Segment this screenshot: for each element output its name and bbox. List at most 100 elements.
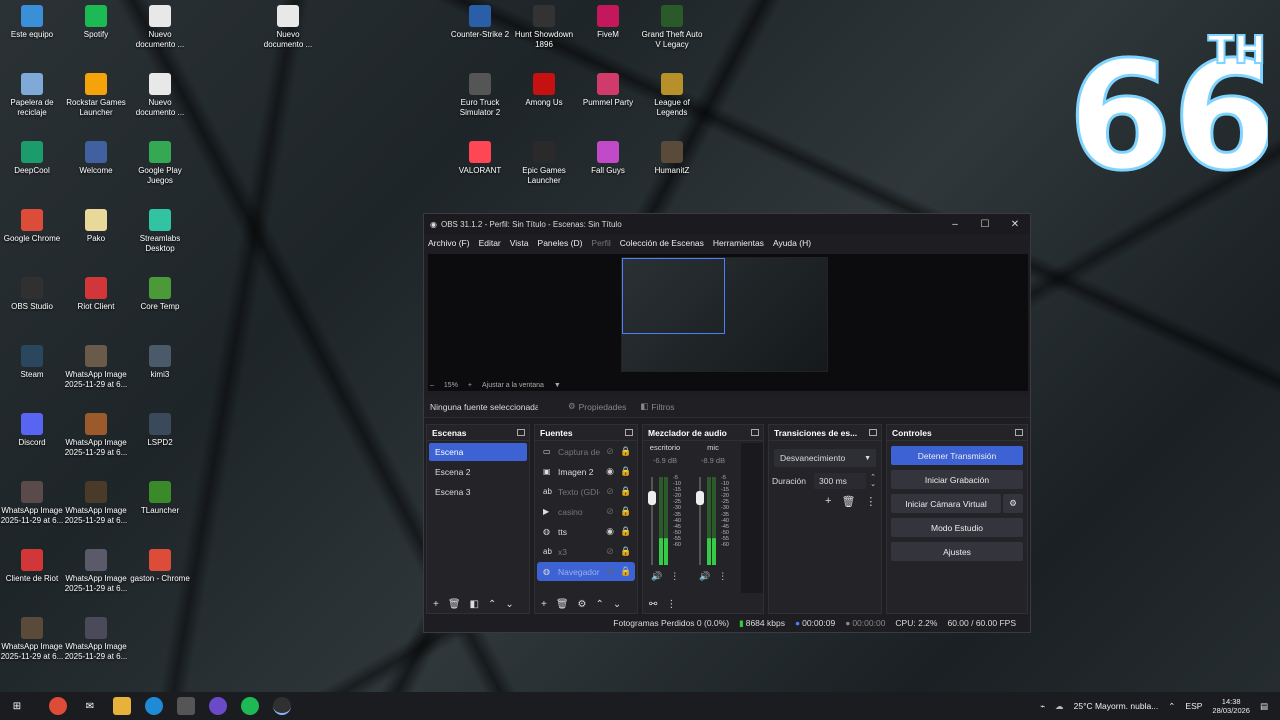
more-icon[interactable]: ⋮ (865, 495, 876, 508)
popout-icon[interactable] (751, 429, 759, 436)
chevron-up-icon[interactable]: ⌃ (1168, 701, 1175, 712)
volume-slider[interactable] (648, 477, 656, 565)
lock-icon[interactable]: 🔒 (620, 446, 632, 457)
fit-label[interactable]: Ajustar a la ventana (482, 382, 544, 389)
menu-item[interactable]: Herramientas (713, 238, 764, 248)
mixer-scrollbar[interactable] (741, 443, 763, 593)
menu-item[interactable]: Editar (479, 238, 501, 248)
mail-icon[interactable]: ✉ (81, 697, 99, 715)
desktop-icon[interactable]: OBS Studio (0, 277, 64, 312)
menu-item[interactable]: Vista (510, 238, 529, 248)
desktop-icon[interactable]: Steam (0, 345, 64, 380)
source-item[interactable]: ▶ casino ⊘ 🔒 (537, 502, 635, 521)
add-icon[interactable]: + (825, 495, 831, 508)
desktop-icon[interactable]: Nuevo documento ... (128, 73, 192, 118)
virtual-camera-button[interactable]: Iniciar Cámara Virtual (891, 494, 1001, 513)
desktop-icon[interactable]: Discord (0, 413, 64, 448)
add-icon[interactable]: + (433, 599, 439, 610)
desktop-icon[interactable]: Riot Client (64, 277, 128, 312)
lock-icon[interactable]: 🔒 (620, 526, 632, 537)
desktop-icon[interactable]: Rockstar Games Launcher (64, 73, 128, 118)
desktop-icon[interactable]: Nuevo documento ... (128, 5, 192, 50)
chevron-up-icon[interactable]: ⌃ (488, 599, 496, 610)
eye-icon[interactable]: ◉ (604, 526, 616, 537)
desktop-icon[interactable]: HumanitZ (640, 141, 704, 176)
scene-item[interactable]: Escena (429, 443, 527, 461)
menu-item[interactable]: Archivo (F) (428, 238, 470, 248)
eye-off-icon[interactable]: ⊘ (604, 546, 616, 557)
desktop-icon[interactable]: Este equipo (0, 5, 64, 40)
properties-button[interactable]: ⚙ Propiedades (568, 401, 626, 412)
eye-icon[interactable]: ◉ (604, 466, 616, 477)
chevron-down-icon[interactable]: ⌄ (505, 599, 513, 610)
add-icon[interactable]: + (541, 599, 547, 610)
desktop-icon[interactable]: VALORANT (448, 141, 512, 176)
weather-text[interactable]: 25°C Mayorm. nubla... (1074, 701, 1159, 711)
desktop-icon[interactable]: Cliente de Riot (0, 549, 64, 584)
desktop-icon[interactable]: FiveM (576, 5, 640, 40)
transition-select[interactable]: Desvanecimiento ▼ (774, 449, 876, 467)
chevron-down-icon[interactable]: ⌄ (613, 599, 621, 610)
desktop-icon[interactable]: TLauncher (128, 481, 192, 516)
package-icon[interactable] (177, 697, 195, 715)
slider-knob[interactable] (648, 491, 656, 505)
notification-icon[interactable]: ▤ (1260, 701, 1268, 712)
lock-icon[interactable]: 🔒 (620, 506, 632, 517)
maximize-icon[interactable]: ☐ (970, 219, 1000, 230)
desktop-icon[interactable]: gaston - Chrome (128, 549, 192, 584)
source-item[interactable]: ◍ Navegador ⊘ 🔒 (537, 562, 635, 581)
preview-canvas[interactable] (428, 254, 1028, 391)
filter-icon[interactable]: ◧ (470, 599, 479, 610)
zoom-out-icon[interactable]: – (430, 382, 434, 389)
eye-off-icon[interactable]: ⊘ (604, 566, 616, 577)
studio-mode-button[interactable]: Modo Estudio (891, 518, 1023, 537)
chevron-up-icon[interactable]: ⌃ (596, 599, 604, 610)
menu-item[interactable]: Perfil (591, 238, 610, 248)
minimize-icon[interactable]: – (940, 219, 970, 230)
gear-icon[interactable]: ⚙ (578, 599, 587, 610)
desktop-icon[interactable]: Pummel Party (576, 73, 640, 108)
trash-icon[interactable]: 🗑 (841, 495, 855, 508)
desktop-icon[interactable]: WhatsApp Image 2025-11-29 at 6... (64, 617, 128, 662)
spotify-icon[interactable] (241, 697, 259, 715)
lock-icon[interactable]: 🔒 (620, 546, 632, 557)
trash-icon[interactable]: 🗑 (448, 599, 461, 610)
desktop-icon[interactable]: WhatsApp Image 2025-11-29 at 6... (64, 345, 128, 390)
desktop-icon[interactable]: WhatsApp Image 2025-11-29 at 6... (64, 549, 128, 594)
lock-icon[interactable]: 🔒 (620, 486, 632, 497)
source-item[interactable]: ab Texto (GDI+) ⊘ 🔒 (537, 482, 635, 501)
desktop-icon[interactable]: WhatsApp Image 2025-11-29 at 6... (0, 617, 64, 662)
obs-titlebar[interactable]: ◉ OBS 31.1.2 - Perfil: Sin Título - Esce… (424, 214, 1030, 234)
network-icon[interactable]: ⌁ (1040, 701, 1045, 712)
source-item[interactable]: ◍ tts ◉ 🔒 (537, 522, 635, 541)
stop-stream-button[interactable]: Detener Transmisión (891, 446, 1023, 465)
language[interactable]: ESP (1185, 701, 1202, 711)
preview-selection[interactable] (622, 258, 725, 334)
desktop-icon[interactable]: Nuevo documento ... (256, 5, 320, 50)
desktop-icon[interactable]: Hunt Showdown 1896 (512, 5, 576, 50)
speaker-icon[interactable]: 🔊 (651, 571, 662, 582)
desktop-icon[interactable]: Grand Theft Auto V Legacy (640, 5, 704, 50)
duration-input[interactable]: 300 ms (814, 473, 867, 489)
source-item[interactable]: ▣ Imagen 2 ◉ 🔒 (537, 462, 635, 481)
spin-icon[interactable]: ⌃ ⌄ (870, 474, 876, 488)
desktop-icon[interactable]: Google Chrome (0, 209, 64, 244)
desktop-icon[interactable]: Fall Guys (576, 141, 640, 176)
close-icon[interactable]: ✕ (1000, 219, 1030, 230)
eye-off-icon[interactable]: ⊘ (604, 486, 616, 497)
desktop-icon[interactable]: DeepCool (0, 141, 64, 176)
clock[interactable]: 14:38 28/03/2026 (1212, 697, 1250, 715)
desktop-icon[interactable]: Core Temp (128, 277, 192, 312)
desktop-icon[interactable]: Counter-Strike 2 (448, 5, 512, 40)
edge-icon[interactable] (145, 697, 163, 715)
menu-item[interactable]: Ayuda (H) (773, 238, 811, 248)
desktop-icon[interactable]: LSPD2 (128, 413, 192, 448)
popout-icon[interactable] (1015, 429, 1023, 436)
chrome-icon[interactable] (49, 697, 67, 715)
desktop-icon[interactable]: Google Play Juegos (128, 141, 192, 186)
chevron-down-icon[interactable]: ▼ (554, 382, 561, 389)
desktop-icon[interactable]: Welcome (64, 141, 128, 176)
desktop-icon[interactable]: WhatsApp Image 2025-11-29 at 6... (0, 481, 64, 526)
desktop-icon[interactable]: Spotify (64, 5, 128, 40)
trash-icon[interactable]: 🗑 (556, 599, 569, 610)
